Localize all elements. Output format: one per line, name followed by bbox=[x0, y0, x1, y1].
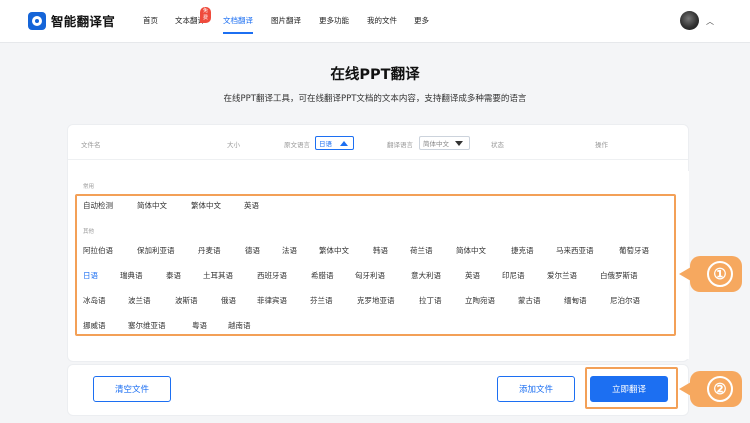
lang-option[interactable]: 拉丁语 bbox=[419, 295, 442, 306]
lang-option[interactable]: 立陶宛语 bbox=[465, 295, 495, 306]
col-size: 大小 bbox=[227, 141, 240, 149]
col-source-lang: 原文语言 bbox=[284, 141, 310, 149]
page-title: 在线PPT翻译 bbox=[330, 67, 420, 83]
lang-option[interactable]: 菲律宾语 bbox=[257, 295, 287, 306]
avatar[interactable] bbox=[680, 11, 699, 30]
lang-option[interactable]: 英语 bbox=[465, 270, 480, 281]
nav-image-translate[interactable]: 图片翻译 bbox=[271, 15, 301, 26]
logo-text: 智能翻译官 bbox=[51, 14, 116, 29]
lang-option[interactable]: 塞尔维亚语 bbox=[128, 320, 166, 331]
nav-home[interactable]: 首页 bbox=[143, 15, 158, 26]
lang-option[interactable]: 越南语 bbox=[228, 320, 251, 331]
target-lang-value: 简体中文 bbox=[423, 140, 449, 148]
lang-option[interactable]: 简体中文 bbox=[456, 245, 486, 256]
lang-option[interactable]: 阿拉伯语 bbox=[83, 245, 113, 256]
page-subtitle: 在线PPT翻译工具，可在线翻译PPT文档的文本内容，支持翻译成多种需要的语言 bbox=[223, 94, 527, 104]
lang-option[interactable]: 捷克语 bbox=[511, 245, 534, 256]
caret-down-icon bbox=[455, 140, 463, 146]
source-lang-value: 日语 bbox=[319, 140, 332, 148]
file-table-header: 文件名 大小 原文语言 日语 翻译语言 简体中文 状态 操作 bbox=[68, 125, 688, 160]
source-lang-select[interactable]: 日语 bbox=[315, 136, 354, 150]
lang-option[interactable]: 俄语 bbox=[221, 295, 236, 306]
chevron-up-icon[interactable]: ︿ bbox=[706, 16, 714, 27]
language-highlight-box bbox=[75, 194, 676, 336]
lang-option[interactable]: 德语 bbox=[245, 245, 260, 256]
free-badge: 免费 bbox=[200, 7, 212, 23]
lang-option[interactable]: 爱尔兰语 bbox=[547, 270, 577, 281]
lang-option[interactable]: 挪威语 bbox=[83, 320, 106, 331]
col-target-lang: 翻译语言 bbox=[387, 141, 413, 149]
nav-my-files[interactable]: 我的文件 bbox=[367, 15, 397, 26]
step-marker-2: ② bbox=[679, 371, 742, 407]
lang-option[interactable]: 蒙古语 bbox=[518, 295, 541, 306]
translate-highlight-box bbox=[585, 367, 678, 409]
lang-option[interactable]: 希腊语 bbox=[311, 270, 334, 281]
lang-option[interactable]: 冰岛语 bbox=[83, 295, 106, 306]
step-marker-1: ① bbox=[679, 256, 742, 292]
step-number-2: ② bbox=[707, 376, 733, 402]
lang-option[interactable]: 丹麦语 bbox=[198, 245, 221, 256]
lang-option[interactable]: 粤语 bbox=[192, 320, 207, 331]
lang-option[interactable]: 泰语 bbox=[166, 270, 181, 281]
lang-option[interactable]: 保加利亚语 bbox=[137, 245, 175, 256]
nav-document-translate[interactable]: 文档翻译 bbox=[223, 15, 253, 34]
lang-option[interactable]: 匈牙利语 bbox=[355, 270, 385, 281]
top-navigation-bar: 智能翻译官 首页 文本翻译 免费 文档翻译 图片翻译 更多功能 我的文件 更多 … bbox=[0, 0, 750, 43]
target-lang-select[interactable]: 简体中文 bbox=[419, 136, 470, 150]
lang-option[interactable]: 克罗地亚语 bbox=[357, 295, 395, 306]
col-status: 状态 bbox=[491, 141, 504, 149]
lang-option[interactable]: 日语 bbox=[83, 270, 98, 281]
lang-option[interactable]: 葡萄牙语 bbox=[619, 245, 649, 256]
lang-option[interactable]: 波兰语 bbox=[128, 295, 151, 306]
lang-option[interactable]: 尼泊尔语 bbox=[610, 295, 640, 306]
app-logo[interactable]: 智能翻译官 bbox=[28, 11, 115, 30]
logo-icon bbox=[28, 11, 46, 30]
lang-option[interactable]: 繁体中文 bbox=[319, 245, 349, 256]
lang-option[interactable]: 波斯语 bbox=[175, 295, 198, 306]
lang-option[interactable]: 意大利语 bbox=[411, 270, 441, 281]
lang-option[interactable]: 瑞典语 bbox=[120, 270, 143, 281]
caret-up-icon bbox=[340, 140, 348, 146]
nav-more-features[interactable]: 更多功能 bbox=[319, 15, 349, 26]
lang-option[interactable]: 荷兰语 bbox=[410, 245, 433, 256]
lang-option[interactable]: 西班牙语 bbox=[257, 270, 287, 281]
lang-option[interactable]: 马来西亚语 bbox=[556, 245, 594, 256]
nav-more[interactable]: 更多 bbox=[414, 15, 429, 26]
add-file-button[interactable]: 添加文件 bbox=[497, 376, 575, 402]
common-group-label: 常用 bbox=[83, 184, 95, 190]
step-number-1: ① bbox=[707, 261, 733, 287]
lang-option[interactable]: 土耳其语 bbox=[203, 270, 233, 281]
lang-option[interactable]: 芬兰语 bbox=[310, 295, 333, 306]
lang-option[interactable]: 印尼语 bbox=[502, 270, 525, 281]
col-filename: 文件名 bbox=[81, 141, 101, 149]
lang-option[interactable]: 韩语 bbox=[373, 245, 388, 256]
lang-option[interactable]: 缅甸语 bbox=[564, 295, 587, 306]
clear-files-button[interactable]: 清空文件 bbox=[93, 376, 171, 402]
lang-option[interactable]: 白俄罗斯语 bbox=[600, 270, 638, 281]
col-action: 操作 bbox=[595, 141, 608, 149]
lang-option[interactable]: 法语 bbox=[282, 245, 297, 256]
